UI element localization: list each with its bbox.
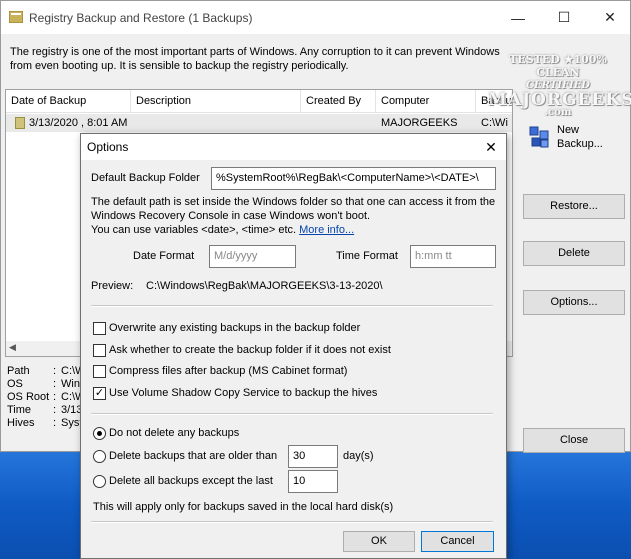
- time-format-input[interactable]: h:mm tt: [410, 245, 496, 268]
- detail-colon: :: [53, 404, 57, 416]
- preview-value: C:\Windows\RegBak\MAJORGEEKS\3-13-2020\: [146, 280, 383, 292]
- overwrite-checkbox[interactable]: [93, 322, 106, 335]
- new-backup-label: New Backup...: [557, 123, 603, 151]
- cancel-button[interactable]: Cancel: [421, 531, 494, 552]
- intro-text: The registry is one of the most importan…: [10, 45, 510, 73]
- no-delete-label[interactable]: Do not delete any backups: [109, 427, 239, 439]
- detail-colon: :: [53, 417, 57, 429]
- options-button[interactable]: Options...: [523, 290, 625, 315]
- keep-last-count-input[interactable]: 10: [288, 470, 338, 493]
- column-header-created-by[interactable]: Created By: [301, 90, 376, 112]
- local-disk-note: This will apply only for backups saved i…: [93, 501, 394, 513]
- help-line-3: You can use variables <date>, <time> etc…: [91, 223, 501, 237]
- close-button[interactable]: Close: [523, 428, 625, 453]
- cell-date: 3/13/2020 , 8:01 AM: [29, 117, 128, 129]
- close-window-button[interactable]: ✕: [587, 1, 631, 34]
- detail-label-hives: Hives: [7, 417, 35, 429]
- maximize-button[interactable]: ☐: [541, 1, 587, 34]
- column-header-computer[interactable]: Computer: [376, 90, 476, 112]
- time-format-label: Time Format: [336, 250, 398, 262]
- compress-label[interactable]: Compress files after backup (MS Cabinet …: [109, 365, 347, 377]
- ok-button[interactable]: OK: [343, 531, 415, 552]
- detail-colon: :: [53, 391, 57, 403]
- shadow-copy-label[interactable]: Use Volume Shadow Copy Service to backup…: [109, 387, 377, 399]
- help-line-3-text: You can use variables <date>, <time> etc…: [91, 224, 300, 236]
- delete-older-label[interactable]: Delete backups that are older than: [109, 450, 277, 462]
- delete-button[interactable]: Delete: [523, 241, 625, 266]
- cell-computer: MAJORGEEKS: [381, 117, 458, 129]
- dialog-title: Options: [87, 140, 129, 154]
- compress-checkbox[interactable]: [93, 365, 106, 378]
- detail-label-os: OS: [7, 378, 23, 390]
- scroll-left-icon[interactable]: ◀: [9, 342, 16, 353]
- default-folder-label: Default Backup Folder: [91, 172, 200, 184]
- detail-colon: :: [53, 365, 57, 377]
- detail-label-os-root: OS Root: [7, 391, 50, 403]
- new-backup-line-2: Backup...: [557, 138, 603, 150]
- column-header-description[interactable]: Description: [131, 90, 301, 112]
- separator: [91, 521, 493, 523]
- dialog-title-bar[interactable]: Options ✕: [81, 134, 506, 160]
- days-unit-label: day(s): [343, 450, 374, 462]
- detail-label-time: Time: [7, 404, 32, 416]
- watermark-line-1: TESTED ★100% CLEAN: [509, 53, 607, 79]
- separator: [91, 305, 493, 307]
- ask-create-folder-label[interactable]: Ask whether to create the backup folder …: [109, 344, 391, 356]
- window-title: Registry Backup and Restore (1 Backups): [29, 11, 253, 25]
- intro-line-2: from even booting up. It is sensible to …: [10, 60, 349, 72]
- cell-created-by: [306, 114, 374, 132]
- restore-button[interactable]: Restore...: [523, 194, 625, 219]
- title-bar[interactable]: Registry Backup and Restore (1 Backups) …: [1, 1, 630, 34]
- new-backup-line-1: New: [557, 124, 580, 136]
- older-than-days-input[interactable]: 30: [288, 445, 338, 468]
- new-backup-button[interactable]: New Backup...: [523, 117, 625, 161]
- options-dialog: Options ✕ Default Backup Folder %SystemR…: [80, 133, 507, 559]
- ask-create-folder-checkbox[interactable]: [93, 344, 106, 357]
- shadow-copy-checkbox[interactable]: ✓: [93, 387, 106, 400]
- default-path-help: The default path is set inside the Windo…: [91, 195, 501, 237]
- separator: [91, 413, 493, 415]
- help-line-2: Windows Recovery Console in case Windows…: [91, 210, 371, 222]
- backup-folder-icon: [15, 117, 25, 129]
- app-icon: [9, 11, 23, 23]
- checkmark-icon: ✓: [94, 387, 105, 399]
- dialog-close-icon[interactable]: ✕: [481, 137, 501, 157]
- date-format-label: Date Format: [133, 250, 195, 262]
- column-header-date[interactable]: Date of Backup: [6, 90, 131, 112]
- date-format-input[interactable]: M/d/yyyy: [209, 245, 296, 268]
- intro-line-1: The registry is one of the most importan…: [10, 46, 500, 58]
- detail-label-path: Path: [7, 365, 30, 377]
- cell-description: [136, 114, 296, 132]
- overwrite-label[interactable]: Overwrite any existing backups in the ba…: [109, 322, 360, 334]
- radio-selected-dot: [97, 431, 102, 436]
- keep-last-label[interactable]: Delete all backups except the last: [109, 475, 273, 487]
- keep-last-radio[interactable]: [93, 475, 106, 488]
- delete-older-radio[interactable]: [93, 450, 106, 463]
- detail-colon: :: [53, 378, 57, 390]
- help-line-1: The default path is set inside the Windo…: [91, 196, 496, 208]
- default-folder-input[interactable]: %SystemRoot%\RegBak\<ComputerName>\<DATE…: [211, 167, 496, 190]
- more-info-link[interactable]: More info...: [299, 224, 354, 236]
- header-divider: [6, 112, 512, 113]
- table-row[interactable]: 3/13/2020 , 8:01 AM MAJORGEEKS C:\Wi: [6, 114, 512, 132]
- majorgeeks-watermark: TESTED ★100% CLEAN CERTIFIED MAJORGEEKS …: [488, 53, 631, 123]
- minimize-button[interactable]: —: [495, 1, 541, 34]
- no-delete-radio[interactable]: [93, 427, 106, 440]
- preview-label: Preview:: [91, 280, 134, 292]
- registry-cubes-icon: [529, 126, 549, 148]
